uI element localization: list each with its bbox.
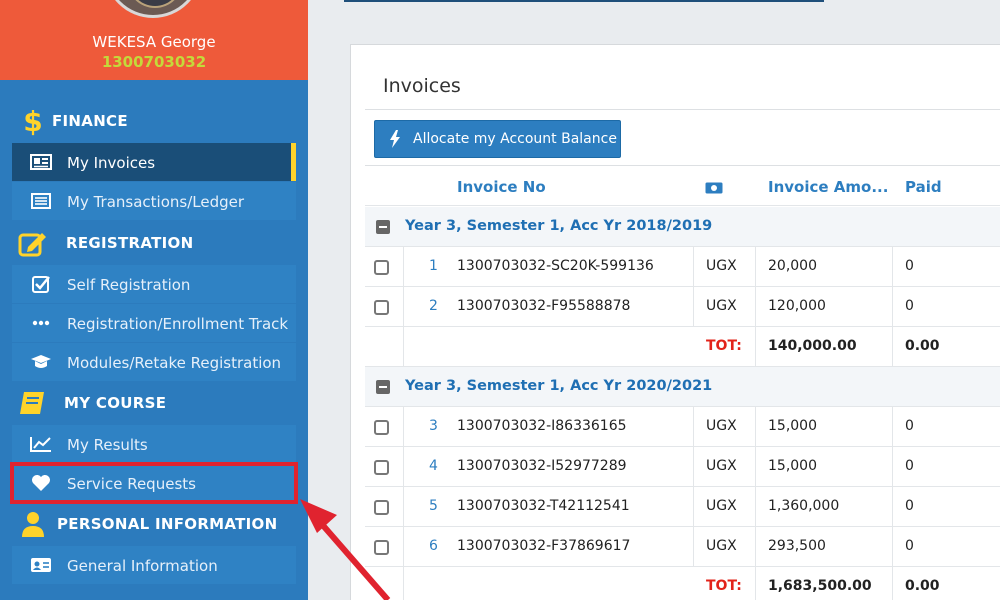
annotation-arrow: [300, 499, 391, 600]
